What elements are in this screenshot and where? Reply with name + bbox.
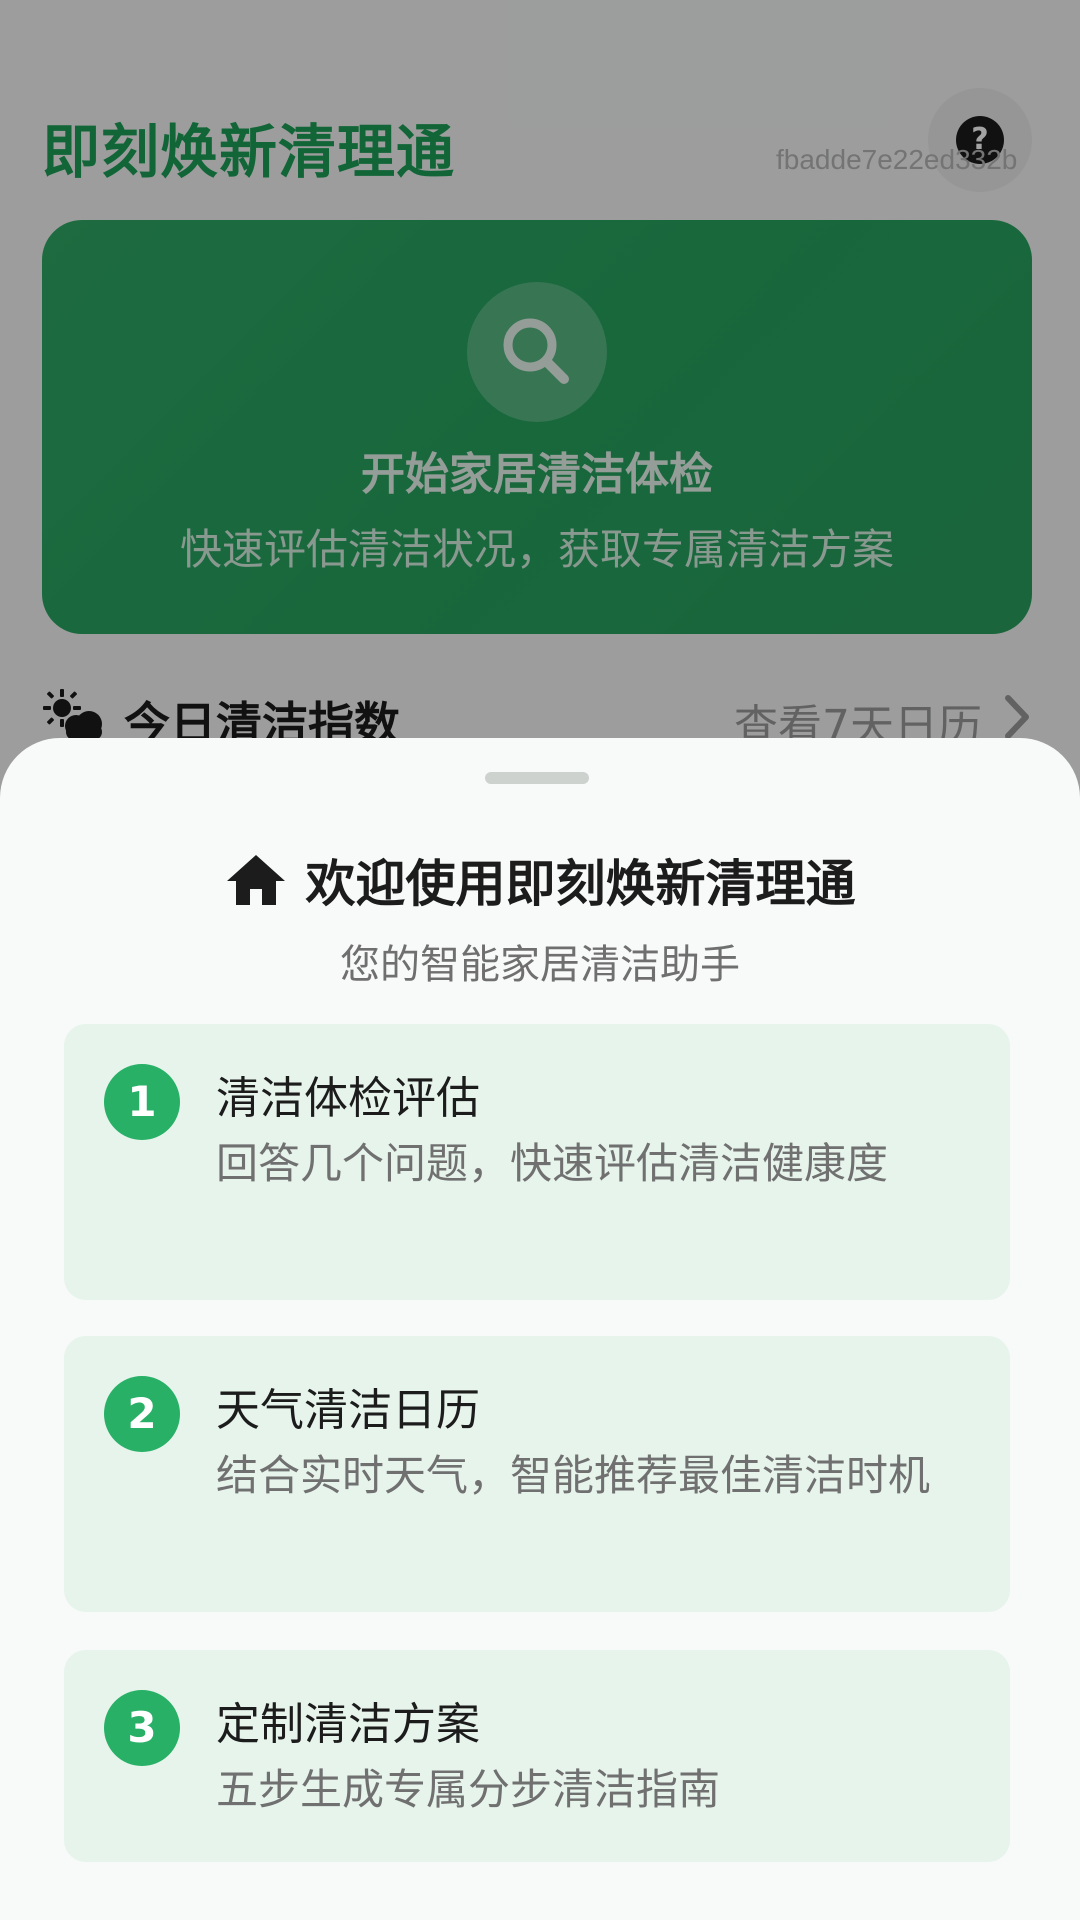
- step-number-badge: 2: [104, 1376, 180, 1452]
- sheet-drag-handle[interactable]: [485, 772, 589, 784]
- step-description: 回答几个问题，快速评估清洁健康度: [216, 1139, 889, 1188]
- step-title: 定制清洁方案: [216, 1699, 480, 1750]
- step-card-inspection: 1 清洁体检评估 回答几个问题，快速评估清洁健康度: [64, 1024, 1010, 1300]
- sheet-title-row: 欢迎使用即刻焕新清理通: [0, 844, 1080, 914]
- step-description: 五步生成专属分步清洁指南: [216, 1765, 721, 1814]
- step-title: 清洁体检评估: [216, 1073, 480, 1124]
- step-description: 结合实时天气，智能推荐最佳清洁时机: [216, 1451, 931, 1500]
- home-icon: [224, 852, 288, 908]
- screen: 即刻焕新清理通 ? fbadde7e22ed332b 开始家居清洁体检 快速评估…: [0, 0, 1080, 1920]
- step-title: 天气清洁日历: [216, 1385, 480, 1436]
- step-card-custom-plan: 3 定制清洁方案 五步生成专属分步清洁指南: [64, 1650, 1010, 1862]
- welcome-bottom-sheet: 欢迎使用即刻焕新清理通 您的智能家居清洁助手 1 清洁体检评估 回答几个问题，快…: [0, 738, 1080, 1920]
- sheet-title: 欢迎使用即刻焕新清理通: [305, 855, 856, 913]
- step-number-badge: 3: [104, 1690, 180, 1766]
- sheet-subtitle: 您的智能家居清洁助手: [340, 942, 740, 988]
- step-card-weather-calendar: 2 天气清洁日历 结合实时天气，智能推荐最佳清洁时机: [64, 1336, 1010, 1612]
- step-number-badge: 1: [104, 1064, 180, 1140]
